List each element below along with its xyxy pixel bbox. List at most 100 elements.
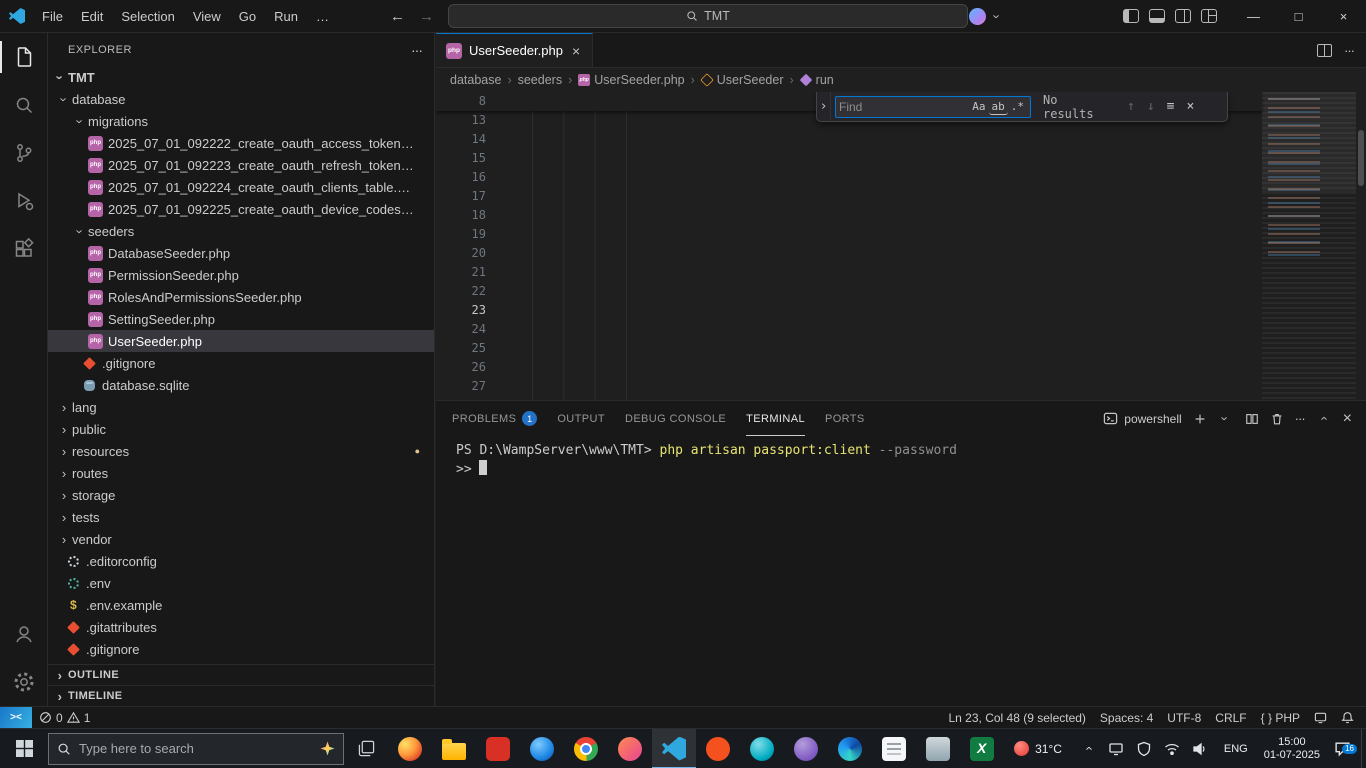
status-misc-icon[interactable] bbox=[1307, 707, 1334, 729]
code-line[interactable]: 15 { bbox=[436, 149, 1262, 168]
shell-selector[interactable]: powershell bbox=[1103, 411, 1182, 426]
tree-item[interactable]: PermissionSeeder.php bbox=[48, 264, 434, 286]
menu-item[interactable]: View bbox=[184, 0, 230, 33]
terminal[interactable]: PS D:\WampServer\www\TMT> php artisan pa… bbox=[436, 436, 1366, 706]
terminal-dropdown-icon[interactable] bbox=[1218, 411, 1234, 426]
menu-item[interactable]: Selection bbox=[112, 0, 183, 33]
tree-item[interactable]: UserSeeder.php bbox=[48, 330, 434, 352]
tree-item[interactable]: 2025_07_01_092224_create_oauth_clients_t… bbox=[48, 176, 434, 198]
file-explorer-icon[interactable] bbox=[432, 729, 476, 768]
menu-item[interactable]: Go bbox=[230, 0, 265, 33]
menu-item[interactable]: Run bbox=[265, 0, 307, 33]
tree-item[interactable]: RolesAndPermissionsSeeder.php bbox=[48, 286, 434, 308]
find-input[interactable] bbox=[839, 99, 970, 114]
code-line[interactable]: 17 [ bbox=[436, 187, 1262, 206]
tree-item[interactable]: storage bbox=[48, 484, 434, 506]
clock[interactable]: 15:00 01-07-2025 bbox=[1256, 736, 1328, 762]
toggle-sidebar-icon[interactable] bbox=[1123, 9, 1139, 23]
show-desktop-button[interactable] bbox=[1361, 728, 1366, 768]
code-line[interactable]: 22 'status' => 1, bbox=[436, 282, 1262, 301]
tree-item[interactable]: database bbox=[48, 88, 434, 110]
notifications-bell-icon[interactable] bbox=[1334, 707, 1366, 729]
teal-app-icon[interactable] bbox=[740, 729, 784, 768]
code-line[interactable]: 20 'email' => 'admin@example.com', bbox=[436, 244, 1262, 263]
tree-item[interactable]: .gitignore bbox=[48, 352, 434, 374]
taskbar-search-input[interactable] bbox=[79, 741, 312, 756]
whole-word-toggle[interactable]: ab bbox=[988, 99, 1008, 115]
settings-gear-icon[interactable] bbox=[0, 658, 48, 706]
remote-indicator[interactable]: >< bbox=[0, 706, 32, 729]
notification-center-button[interactable]: 16 bbox=[1328, 740, 1361, 757]
edge-icon[interactable] bbox=[828, 729, 872, 768]
toggle-panel-icon[interactable] bbox=[1149, 9, 1165, 23]
find-in-selection-button[interactable]: ≡ bbox=[1163, 99, 1179, 114]
purple-app-icon[interactable] bbox=[784, 729, 828, 768]
orange-app-icon[interactable] bbox=[696, 729, 740, 768]
tree-item[interactable]: public bbox=[48, 418, 434, 440]
status-item[interactable]: CRLF bbox=[1208, 707, 1253, 729]
minimap[interactable] bbox=[1262, 92, 1356, 400]
search-icon[interactable] bbox=[0, 81, 48, 129]
tree-item[interactable]: .gitignore bbox=[48, 638, 434, 660]
maximize-button[interactable]: □ bbox=[1276, 0, 1321, 33]
source-control-icon[interactable] bbox=[0, 129, 48, 177]
panel-tab[interactable]: OUTPUT bbox=[557, 401, 605, 436]
find-next-button[interactable]: ↓ bbox=[1143, 99, 1159, 114]
status-item[interactable]: Ln 23, Col 48 (9 selected) bbox=[942, 707, 1093, 729]
tray-expand-icon[interactable] bbox=[1080, 741, 1096, 756]
blue-app-icon[interactable] bbox=[520, 729, 564, 768]
status-item[interactable]: { } PHP bbox=[1254, 707, 1307, 729]
status-item[interactable]: UTF-8 bbox=[1160, 707, 1208, 729]
firefox-icon[interactable] bbox=[388, 729, 432, 768]
tree-item[interactable]: .gitattributes bbox=[48, 616, 434, 638]
code-line[interactable]: 25 ], bbox=[436, 339, 1262, 358]
account-icon[interactable] bbox=[0, 610, 48, 658]
new-terminal-icon[interactable] bbox=[1193, 412, 1207, 426]
minimize-button[interactable]: — bbox=[1231, 0, 1276, 33]
start-button[interactable] bbox=[0, 729, 48, 768]
excel-icon[interactable] bbox=[960, 729, 1004, 768]
find-close-button[interactable]: × bbox=[1182, 99, 1198, 114]
code-editor[interactable]: 8 class UserSeeder extends Seeder 13 14 bbox=[436, 92, 1366, 400]
code-line[interactable]: 16 $usersData = [ bbox=[436, 168, 1262, 187]
breadcrumb-item[interactable]: UserSeeder.php bbox=[562, 73, 685, 87]
code-line[interactable]: 23 'password' => bcrypt('123456789'), bbox=[436, 301, 1262, 320]
explorer-more-actions-icon[interactable]: ··· bbox=[411, 42, 423, 58]
breadcrumb-item[interactable]: database bbox=[450, 73, 501, 87]
panel-tab[interactable]: PORTS bbox=[825, 401, 865, 436]
code-line[interactable]: 27 'firstname' => 'Training', bbox=[436, 377, 1262, 396]
menu-item[interactable]: … bbox=[307, 0, 338, 33]
tree-item[interactable]: 2025_07_01_092222_create_oauth_access_to… bbox=[48, 132, 434, 154]
tree-item[interactable]: TMT bbox=[48, 66, 434, 88]
outline-section[interactable]: OUTLINE bbox=[48, 664, 434, 685]
customize-layout-icon[interactable] bbox=[1201, 9, 1217, 23]
security-shield-icon[interactable] bbox=[1136, 741, 1152, 757]
tree-item[interactable]: 2025_07_01_092223_create_oauth_refresh_t… bbox=[48, 154, 434, 176]
code-line[interactable]: 24 'role' => 'Administrator', bbox=[436, 320, 1262, 339]
language-indicator[interactable]: ENG bbox=[1216, 743, 1256, 755]
tree-item[interactable]: database.sqlite bbox=[48, 374, 434, 396]
split-editor-icon[interactable] bbox=[1317, 43, 1332, 57]
tree-item[interactable]: seeders bbox=[48, 220, 434, 242]
code-line[interactable]: 19 'lastname' => 'User', bbox=[436, 225, 1262, 244]
display-icon[interactable] bbox=[1108, 741, 1124, 757]
toggle-replace-button[interactable] bbox=[817, 92, 831, 121]
tab-userseeder[interactable]: UserSeeder.php × bbox=[436, 33, 594, 67]
panel-tab[interactable]: TERMINAL bbox=[746, 401, 805, 436]
tree-item[interactable]: migrations bbox=[48, 110, 434, 132]
extensions-icon[interactable] bbox=[0, 225, 48, 273]
tree-item[interactable]: .editorconfig bbox=[48, 550, 434, 572]
command-center-search[interactable]: TMT bbox=[448, 4, 968, 28]
tree-item[interactable]: tests bbox=[48, 506, 434, 528]
tab-close-icon[interactable]: × bbox=[570, 43, 582, 59]
run-debug-icon[interactable] bbox=[0, 177, 48, 225]
wifi-icon[interactable] bbox=[1164, 741, 1180, 757]
weather-widget[interactable]: 31°C bbox=[1004, 741, 1072, 756]
copilot-button[interactable] bbox=[969, 7, 1005, 25]
vscode-icon[interactable] bbox=[652, 728, 696, 768]
kill-terminal-icon[interactable] bbox=[1270, 412, 1284, 426]
regex-toggle[interactable]: .* bbox=[1008, 99, 1027, 114]
breadcrumb-item[interactable]: UserSeeder bbox=[685, 73, 783, 87]
timeline-section[interactable]: TIMELINE bbox=[48, 685, 434, 706]
close-panel-icon[interactable]: × bbox=[1343, 410, 1352, 428]
